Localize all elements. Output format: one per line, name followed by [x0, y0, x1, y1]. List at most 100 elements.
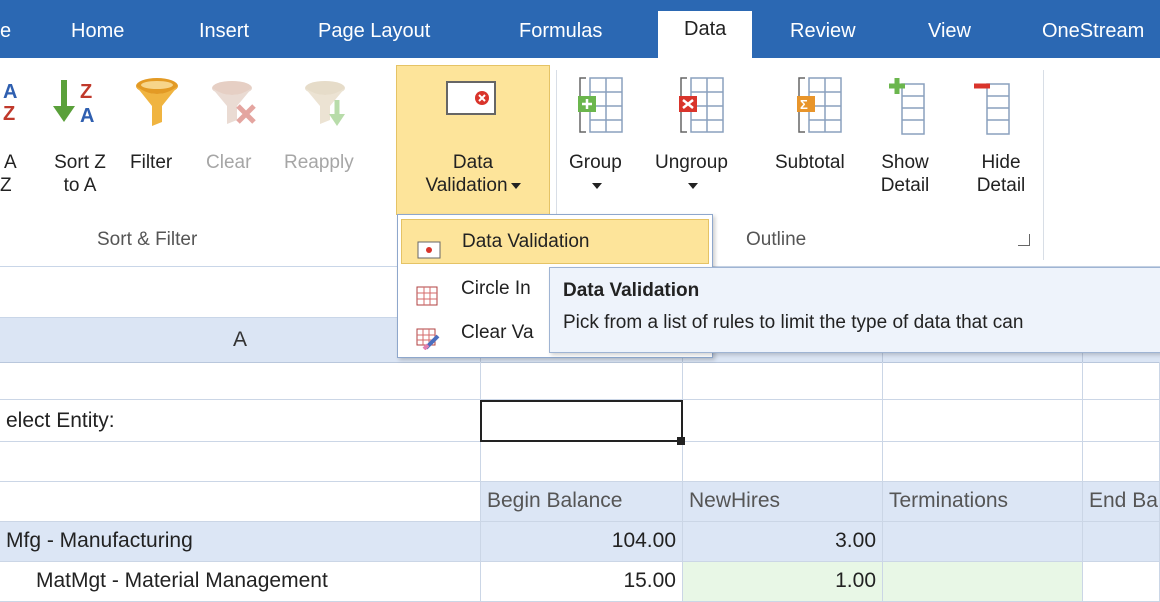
clear-label: Clear — [206, 152, 252, 173]
cell[interactable] — [683, 400, 883, 442]
ungroup-button[interactable]: Ungroup — [655, 151, 728, 197]
outline-group-label: Outline — [746, 229, 807, 250]
tooltip: Data Validation Pick from a list of rule… — [549, 267, 1160, 353]
ungroup-label: Ungroup — [655, 152, 728, 173]
cell[interactable] — [883, 362, 1083, 400]
menu-item-data-validation[interactable]: Data Validation — [401, 219, 709, 264]
tab-formulas[interactable]: Formulas — [519, 13, 602, 58]
cell-end-balance[interactable] — [1083, 522, 1160, 562]
tab-page-layout[interactable]: Page Layout — [318, 13, 430, 58]
cell[interactable] — [0, 442, 481, 482]
header-end-balance[interactable]: End Ba — [1083, 482, 1160, 522]
menu-item-label: Circle In — [461, 278, 531, 299]
data-validation-label-1: Data — [452, 152, 494, 173]
header-newhires[interactable]: NewHires — [683, 482, 883, 522]
filter-icon — [134, 74, 180, 135]
group-button[interactable]: Group — [569, 151, 622, 197]
sheet-row: Begin Balance NewHires Terminations End … — [0, 482, 1160, 522]
cell[interactable] — [1083, 400, 1160, 442]
subtotal-label: Subtotal — [775, 152, 845, 173]
cell[interactable] — [683, 442, 883, 482]
clear-filter-icon — [210, 76, 260, 137]
tab-view[interactable]: View — [928, 13, 971, 58]
sort-az-label-1: A — [4, 152, 17, 173]
filter-label: Filter — [130, 152, 173, 173]
group-label: Group — [569, 152, 622, 173]
active-cell-border — [480, 400, 683, 442]
table-row: MatMgt - Material Management 15.00 1.00 — [0, 562, 1160, 602]
sheet-row — [0, 442, 1160, 482]
show-detail-button[interactable]: Show Detail — [880, 151, 930, 197]
cell[interactable] — [1083, 442, 1160, 482]
sort-za-icon: Z A — [50, 74, 106, 135]
chevron-down-icon — [510, 182, 521, 189]
ungroup-icon — [677, 76, 727, 141]
tab-insert[interactable]: Insert — [199, 13, 249, 58]
cell-newhires[interactable]: 1.00 — [683, 562, 883, 602]
cell[interactable] — [481, 362, 683, 400]
cell[interactable] — [481, 442, 683, 482]
data-validation-label: Data Validation — [398, 151, 548, 197]
sort-filter-group-label: Sort & Filter — [97, 229, 198, 250]
tooltip-description: Pick from a list of rules to limit the t… — [563, 312, 1024, 333]
svg-text:Z: Z — [80, 81, 92, 103]
menu-item-label: Data Validation — [462, 231, 590, 252]
cell-begin-balance[interactable]: 15.00 — [481, 562, 683, 602]
svg-text:Σ: Σ — [800, 97, 808, 112]
fill-handle[interactable] — [677, 437, 685, 445]
sort-za-label-1: Sort Z — [54, 152, 106, 173]
cell[interactable] — [1083, 362, 1160, 400]
show-detail-icon — [888, 76, 928, 141]
sort-az-label-2: Z — [0, 175, 12, 196]
hide-detail-label-2: Detail — [976, 175, 1026, 196]
dialog-launcher-icon[interactable] — [1018, 234, 1030, 246]
clear-button[interactable]: Clear — [206, 151, 251, 174]
show-detail-label-2: Detail — [880, 175, 930, 196]
chevron-down-icon — [591, 182, 602, 189]
svg-text:A: A — [80, 105, 94, 127]
group-icon — [576, 76, 626, 141]
svg-text:A: A — [3, 81, 17, 103]
sort-az-icon: A Z — [0, 76, 30, 131]
menu-item-label: Clear Va — [461, 322, 534, 343]
header-begin-balance[interactable]: Begin Balance — [481, 482, 683, 522]
tab-review[interactable]: Review — [790, 13, 856, 58]
cell-end-balance[interactable] — [1083, 562, 1160, 602]
ribbon-tab-bar: e Home Insert Page Layout Formulas Data … — [0, 0, 1160, 61]
row-label-matmgt[interactable]: MatMgt - Material Management — [0, 562, 481, 602]
cell[interactable] — [0, 362, 481, 400]
tab-home[interactable]: Home — [71, 13, 124, 58]
reapply-button[interactable]: Reapply — [284, 151, 354, 174]
data-validation-label-2: Validation — [425, 175, 508, 196]
sheet-row — [0, 362, 1160, 400]
table-row: Mfg - Manufacturing 104.00 3.00 — [0, 522, 1160, 562]
cell[interactable] — [683, 362, 883, 400]
cell[interactable] — [883, 400, 1083, 442]
filter-button[interactable]: Filter — [130, 151, 172, 174]
cell-terminations[interactable] — [883, 522, 1083, 562]
subtotal-button[interactable]: Subtotal — [775, 151, 845, 174]
tab-file[interactable]: e — [0, 13, 11, 58]
reapply-icon — [303, 76, 353, 137]
header-terminations[interactable]: Terminations — [883, 482, 1083, 522]
sort-za-label-2: to A — [63, 175, 97, 196]
tab-onestream[interactable]: OneStream — [1042, 13, 1144, 58]
cell-begin-balance[interactable]: 104.00 — [481, 522, 683, 562]
tab-data[interactable]: Data — [658, 11, 753, 61]
sort-za-button[interactable]: Sort Z to A — [40, 151, 120, 197]
select-entity-label[interactable]: elect Entity: — [0, 400, 481, 442]
clear-validation-circles-icon — [416, 323, 440, 367]
cell-terminations[interactable] — [883, 562, 1083, 602]
cell-newhires[interactable]: 3.00 — [683, 522, 883, 562]
show-detail-label-1: Show — [881, 152, 929, 173]
cell[interactable] — [0, 482, 481, 522]
row-label-mfg[interactable]: Mfg - Manufacturing — [0, 522, 481, 562]
hide-detail-label-1: Hide — [981, 152, 1021, 173]
hide-detail-button[interactable]: Hide Detail — [966, 151, 1036, 197]
hide-detail-icon — [973, 76, 1013, 141]
chevron-down-icon — [687, 182, 698, 189]
subtotal-icon: Σ — [795, 76, 845, 141]
group-divider — [1043, 70, 1044, 260]
cell[interactable] — [883, 442, 1083, 482]
sort-az-button[interactable]: A Z — [0, 151, 17, 197]
